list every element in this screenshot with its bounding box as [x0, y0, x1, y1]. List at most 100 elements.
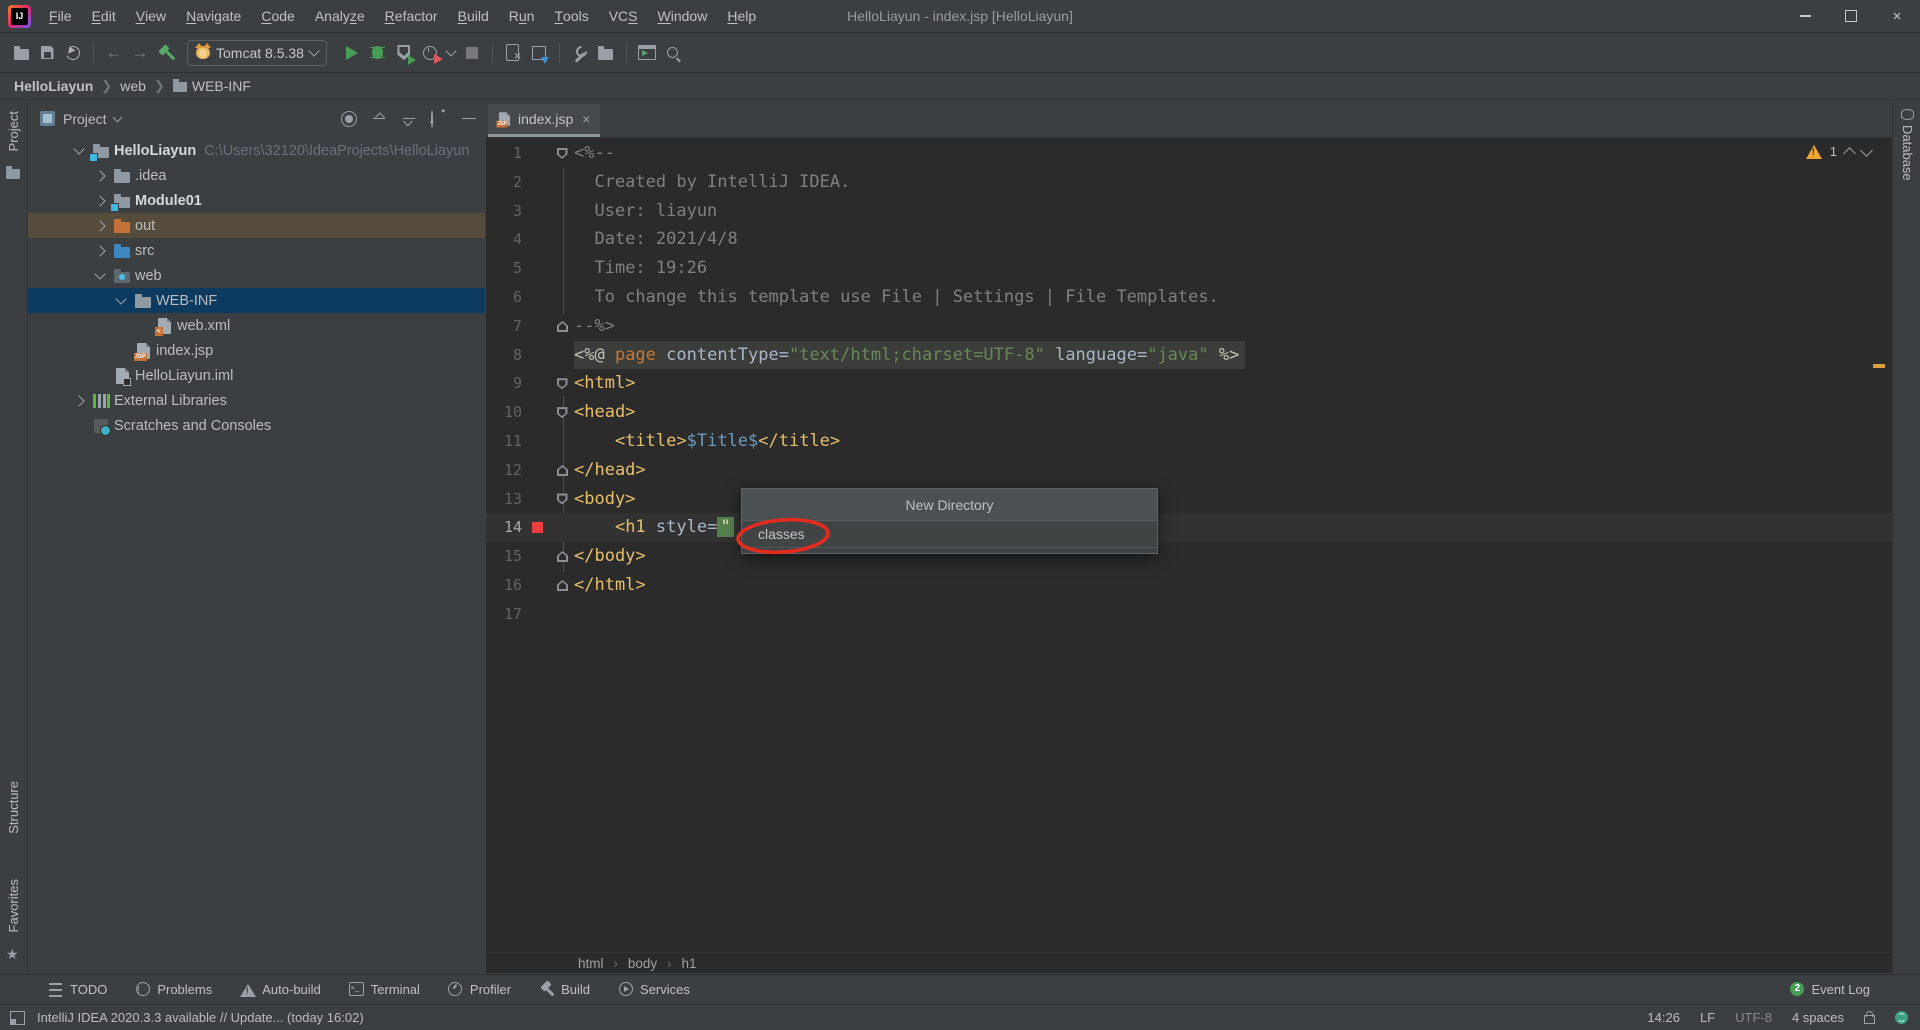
menu-view[interactable]: View — [126, 0, 176, 32]
crumb-h1[interactable]: h1 — [681, 956, 696, 971]
event-log-button[interactable]: 2 Event Log — [1790, 982, 1870, 997]
tree-item-out[interactable]: out — [28, 213, 485, 238]
update-application-button[interactable] — [526, 40, 552, 66]
collapse-all-button[interactable] — [371, 111, 387, 127]
attach-to-process-button[interactable]: ✕ — [500, 40, 526, 66]
tool-stripe-database[interactable]: Database — [1900, 125, 1915, 181]
minimize-button[interactable] — [1782, 0, 1828, 32]
menu-window[interactable]: Window — [648, 0, 718, 32]
tree-item-index-jsp[interactable]: index.jsp — [28, 338, 485, 363]
close-button[interactable]: × — [1874, 0, 1920, 32]
toolwindow-build[interactable]: Build — [539, 982, 590, 997]
code-line-17[interactable]: 17 — [486, 600, 1893, 629]
menu-analyze[interactable]: Analy z e — [305, 0, 375, 32]
crumb-html[interactable]: html — [578, 956, 604, 971]
error-stripe-mark[interactable] — [1873, 364, 1885, 368]
hide-panel-button[interactable] — [461, 111, 477, 127]
breadcrumb-web[interactable]: web — [120, 78, 146, 94]
expand-all-button[interactable] — [401, 111, 417, 127]
tree-item-src[interactable]: src — [28, 238, 485, 263]
network-globe-icon[interactable] — [1895, 1011, 1908, 1024]
code-line-2[interactable]: 2 Created by IntelliJ IDEA. — [486, 168, 1893, 197]
fold-toggle[interactable] — [550, 369, 574, 398]
tree-item-web[interactable]: web — [28, 263, 485, 288]
code-line-12[interactable]: 12 </head> — [486, 456, 1893, 485]
code-line-5[interactable]: 5 Time: 19:26 — [486, 254, 1893, 283]
menu-tools[interactable]: Tools — [544, 0, 598, 32]
chevron-right-icon[interactable] — [89, 169, 111, 182]
maximize-button[interactable] — [1828, 0, 1874, 32]
toolwindow-auto-build[interactable]: Auto-build — [239, 982, 321, 997]
previous-problem-button[interactable] — [1843, 147, 1856, 160]
settings-button[interactable] — [567, 40, 593, 66]
status-message[interactable]: IntelliJ IDEA 2020.3.3 available // Upda… — [37, 1010, 364, 1025]
tree-item-module01[interactable]: Module01 — [28, 188, 485, 213]
line-number[interactable]: 14 — [486, 513, 524, 542]
line-number[interactable]: 15 — [486, 542, 524, 571]
menu-code[interactable]: Code — [251, 0, 304, 32]
sync-button[interactable] — [60, 40, 86, 66]
fold-toggle[interactable] — [550, 312, 574, 341]
menu-build[interactable]: Build — [448, 0, 499, 32]
forward-button[interactable]: → — [127, 40, 153, 66]
profiler-dropdown-button[interactable] — [443, 40, 459, 66]
line-number[interactable]: 3 — [486, 197, 524, 226]
menu-edit[interactable]: Edit — [82, 0, 126, 32]
line-number[interactable]: 2 — [486, 168, 524, 197]
fold-toggle[interactable] — [550, 542, 574, 571]
code-line-14[interactable]: 14 <h1 style= " — [486, 513, 1893, 543]
line-number[interactable]: 10 — [486, 398, 524, 427]
close-tab-icon[interactable]: × — [582, 111, 590, 127]
project-structure-button[interactable] — [593, 40, 619, 66]
code-line-11[interactable]: 11 <title>$Title$</title> — [486, 427, 1893, 456]
popup-item-classes[interactable]: classes — [742, 521, 1157, 548]
project-panel-title[interactable]: Project — [63, 111, 107, 127]
code-line-9[interactable]: 9 <html> — [486, 369, 1893, 398]
line-number[interactable]: 6 — [486, 283, 524, 312]
fold-toggle[interactable] — [550, 571, 574, 600]
panel-settings-button[interactable] — [431, 109, 447, 128]
tree-item-web-xml[interactable]: web.xml — [28, 313, 485, 338]
line-number[interactable]: 5 — [486, 254, 524, 283]
code-line-1[interactable]: 1 <%-- — [486, 139, 1893, 168]
line-number[interactable]: 13 — [486, 485, 524, 514]
code-line-13[interactable]: 13 <body> — [486, 485, 1893, 514]
run-with-coverage-button[interactable] — [391, 40, 417, 66]
chevron-right-icon[interactable] — [89, 194, 111, 207]
menu-file[interactable]: File — [39, 0, 82, 32]
fold-toggle[interactable] — [550, 139, 574, 168]
tree-item-idea[interactable]: .idea — [28, 163, 485, 188]
line-number[interactable]: 17 — [486, 600, 524, 629]
menu-help[interactable]: Help — [717, 0, 766, 32]
chevron-right-icon[interactable] — [89, 219, 111, 232]
readonly-lock-icon[interactable] — [1864, 1011, 1875, 1024]
crumb-body[interactable]: body — [628, 956, 657, 971]
file-encoding[interactable]: UTF-8 — [1735, 1010, 1772, 1025]
code-line-15[interactable]: 15 </body> — [486, 542, 1893, 571]
locate-file-button[interactable] — [341, 110, 357, 127]
profiler-button[interactable] — [417, 40, 443, 66]
menu-navigate[interactable]: Navigate — [176, 0, 251, 32]
line-marker[interactable] — [524, 513, 550, 542]
code-line-3[interactable]: 3 User: liayun — [486, 197, 1893, 226]
menu-vcs[interactable]: VC S — [599, 0, 648, 32]
tree-item-scratches-and-consoles[interactable]: Scratches and Consoles — [28, 413, 485, 438]
database-icon[interactable] — [1901, 109, 1914, 120]
toolwindow-todo[interactable]: TODO — [48, 982, 107, 997]
code-line-16[interactable]: 16 </html> — [486, 571, 1893, 600]
fold-toggle[interactable] — [550, 485, 574, 514]
line-separator[interactable]: LF — [1700, 1010, 1715, 1025]
breadcrumb-project[interactable]: HelloLiayun — [14, 78, 93, 94]
project-tool-icon[interactable] — [6, 165, 25, 181]
run-button[interactable] — [339, 40, 365, 66]
code-line-10[interactable]: 10 <head> — [486, 398, 1893, 427]
line-number[interactable]: 8 — [486, 341, 524, 370]
tree-item-web-inf[interactable]: WEB-INF — [28, 288, 485, 313]
line-number[interactable]: 7 — [486, 312, 524, 341]
tab-index-jsp[interactable]: index.jsp × — [488, 104, 601, 137]
tool-stripe-project[interactable]: Project — [6, 111, 21, 151]
build-project-button[interactable] — [153, 40, 179, 66]
tool-stripe-structure[interactable]: Structure — [6, 781, 21, 834]
toolwindow-terminal[interactable]: Terminal — [348, 982, 420, 997]
toolwindow-profiler[interactable]: Profiler — [448, 982, 511, 997]
